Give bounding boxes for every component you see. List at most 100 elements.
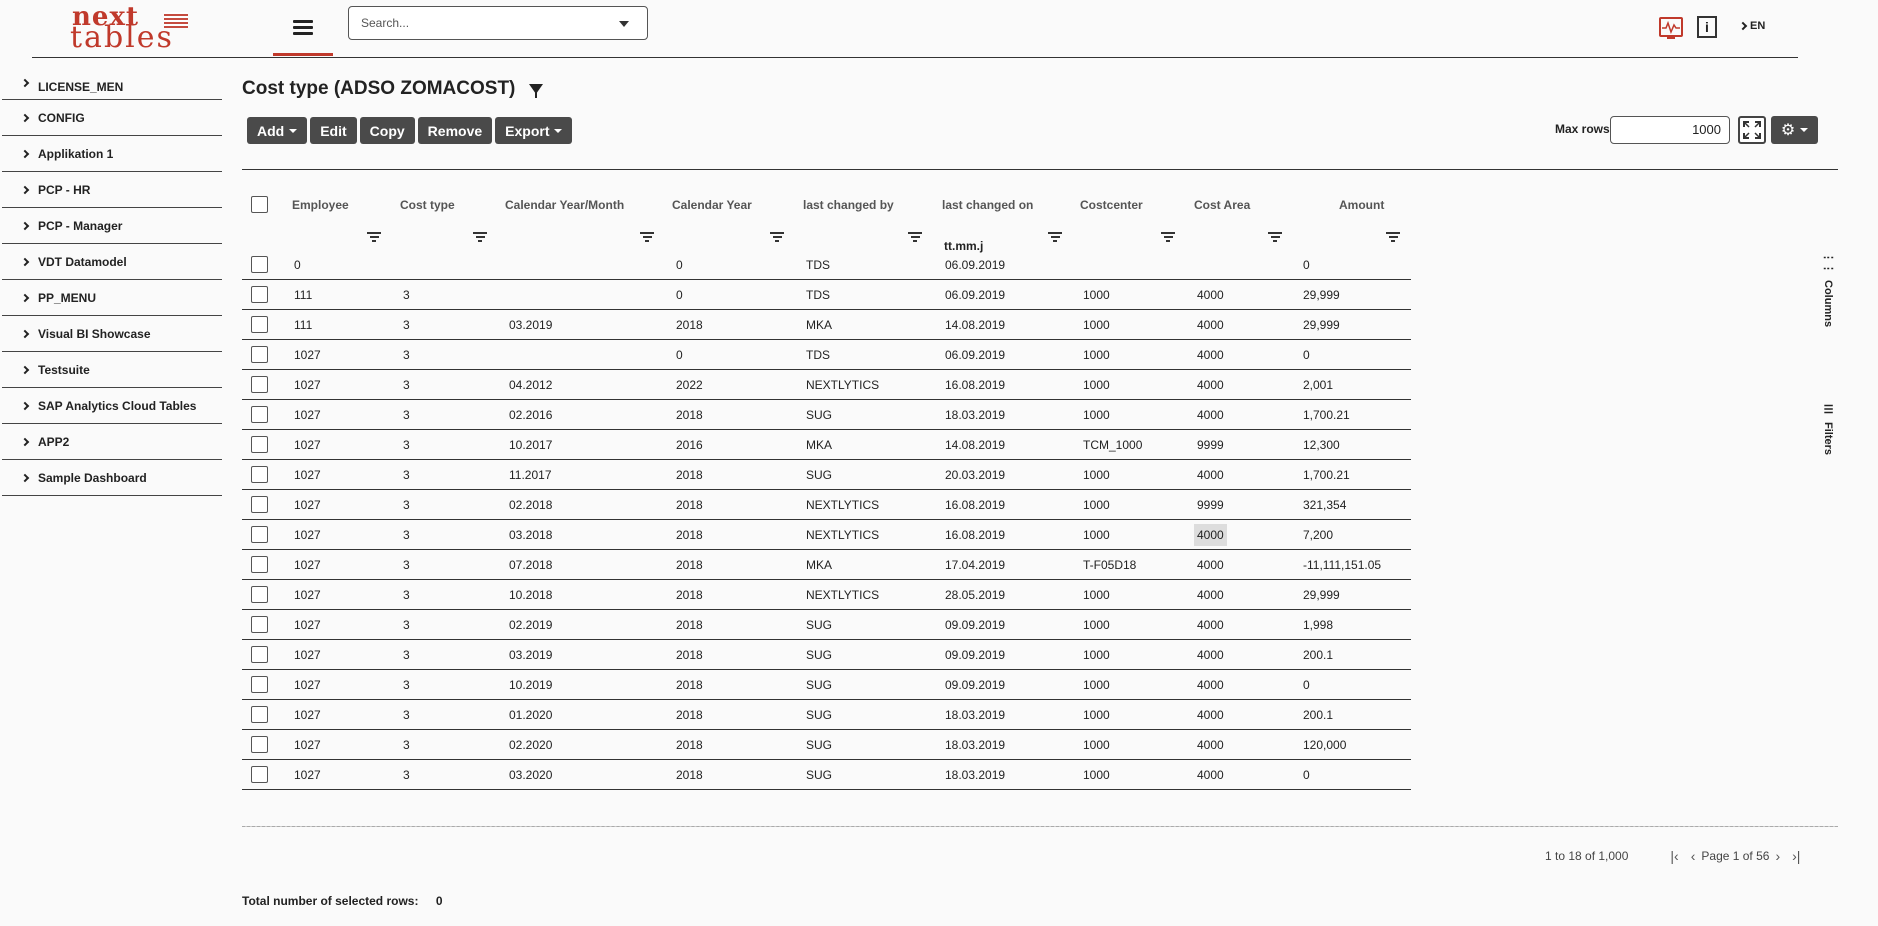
cell-cost-type[interactable]: 3 [403,468,410,482]
cell-calendar-year[interactable]: 2016 [676,438,703,452]
select-all-checkbox[interactable] [251,196,268,213]
column-header-calendar-year-month[interactable]: Calendar Year/Month [505,198,624,212]
cell-cost-type[interactable]: 3 [403,618,410,632]
cell-amount[interactable]: 321,354 [1303,498,1346,512]
cell-cost-area[interactable]: 4000 [1197,678,1224,692]
cell-last-changed-by[interactable]: MKA [806,438,832,452]
cell-amount[interactable]: 200.1 [1303,708,1333,722]
chevron-down-icon[interactable] [619,21,629,27]
row-checkbox[interactable] [251,496,268,513]
cell-calendar-year-month[interactable]: 03.2019 [509,318,552,332]
cell-last-changed-by[interactable]: TDS [806,258,830,272]
cell-cost-area[interactable]: 4000 [1197,708,1224,722]
search-box[interactable] [348,6,648,40]
table-row[interactable]: 111 3 0 TDS 06.09.2019 1000 4000 29,999 [242,280,1411,310]
next-page-icon[interactable]: › [1775,848,1780,864]
cell-cost-type[interactable]: 3 [403,558,410,572]
cell-amount[interactable]: 0 [1303,348,1310,362]
first-page-icon[interactable]: |‹ [1670,848,1678,864]
edit-button[interactable]: Edit [310,117,357,144]
cell-cost-area[interactable]: 4000 [1194,524,1227,546]
copy-button[interactable]: Copy [359,117,415,144]
row-checkbox[interactable] [251,346,268,363]
cell-calendar-year-month[interactable]: 02.2020 [509,738,552,752]
cell-last-changed-by[interactable]: NEXTLYTICS [806,528,879,542]
cell-last-changed-on[interactable]: 06.09.2019 [945,348,1005,362]
cell-employee[interactable]: 111 [294,318,312,332]
cell-calendar-year-month[interactable]: 02.2018 [509,498,552,512]
table-row[interactable]: 1027 3 02.2019 2018 SUG 09.09.2019 1000 4000 1,9… [242,610,1411,640]
cell-amount[interactable]: 1,700.21 [1303,408,1350,422]
cell-calendar-year-month[interactable]: 10.2018 [509,588,552,602]
cell-cost-type[interactable]: 3 [403,378,410,392]
cell-amount[interactable]: 29,999 [1303,288,1340,302]
sidebar-item-sample-dashboard[interactable]: Sample Dashboard [2,460,222,496]
cell-last-changed-on[interactable]: 18.03.2019 [945,708,1005,722]
cell-cost-type[interactable]: 3 [403,708,410,722]
cell-last-changed-on[interactable]: 09.09.2019 [945,618,1005,632]
cell-costcenter[interactable]: 1000 [1083,468,1110,482]
column-filter-icon[interactable] [1386,232,1400,242]
cell-cost-type[interactable]: 3 [403,318,410,332]
sidebar-item-pp-menu[interactable]: PP_MENU [2,280,222,316]
cell-amount[interactable]: 29,999 [1303,588,1340,602]
row-checkbox[interactable] [251,436,268,453]
cell-cost-area[interactable]: 4000 [1197,288,1224,302]
cell-cost-area[interactable]: 9999 [1197,498,1224,512]
cell-cost-type[interactable]: 3 [403,738,410,752]
cell-last-changed-by[interactable]: MKA [806,318,832,332]
table-row[interactable]: 1027 3 03.2018 2018 NEXTLYTICS 16.08.2019 1000… [242,520,1411,550]
cell-costcenter[interactable]: 1000 [1083,678,1110,692]
cell-employee[interactable]: 1027 [294,438,321,452]
cell-costcenter[interactable]: 1000 [1083,648,1110,662]
sidebar-item-pcp-manager[interactable]: PCP - Manager [2,208,222,244]
cell-cost-type[interactable]: 3 [403,438,410,452]
cell-employee[interactable]: 1027 [294,588,321,602]
cell-costcenter[interactable]: 1000 [1083,708,1110,722]
cell-costcenter[interactable]: 1000 [1083,588,1110,602]
cell-costcenter[interactable]: 1000 [1083,408,1110,422]
column-filter-icon[interactable] [908,232,922,242]
cell-last-changed-on[interactable]: 06.09.2019 [945,288,1005,302]
row-checkbox[interactable] [251,586,268,603]
app-logo[interactable]: next tables [70,2,190,55]
table-row[interactable]: 1027 3 10.2019 2018 SUG 09.09.2019 1000 4000 0 [242,670,1411,700]
cell-calendar-year[interactable]: 2018 [676,528,703,542]
cell-last-changed-on[interactable]: 28.05.2019 [945,588,1005,602]
cell-costcenter[interactable]: 1000 [1083,318,1110,332]
cell-amount[interactable]: 200.1 [1303,648,1333,662]
column-filter-icon[interactable] [473,232,487,242]
cell-employee[interactable]: 0 [294,258,301,272]
column-filter-icon[interactable] [1268,232,1282,242]
cell-amount[interactable]: -11,111,151.05 [1303,558,1381,572]
cell-last-changed-by[interactable]: SUG [806,648,832,662]
sidebar-item-testsuite[interactable]: Testsuite [2,352,222,388]
filters-side-tab[interactable]: ☰Filters [1822,403,1835,455]
cell-employee[interactable]: 111 [294,288,312,302]
fullscreen-button[interactable] [1738,116,1766,144]
sidebar-item-applikation-1[interactable]: Applikation 1 [2,136,222,172]
cell-last-changed-by[interactable]: NEXTLYTICS [806,378,879,392]
cell-cost-type[interactable]: 3 [403,528,410,542]
cell-employee[interactable]: 1027 [294,618,321,632]
cell-calendar-year[interactable]: 0 [676,288,683,302]
cell-costcenter[interactable]: TCM_1000 [1083,438,1142,452]
cell-last-changed-on[interactable]: 18.03.2019 [945,738,1005,752]
cell-last-changed-by[interactable]: TDS [806,348,830,362]
cell-calendar-year[interactable]: 0 [676,348,683,362]
column-header-cost-type[interactable]: Cost type [400,198,455,212]
cell-calendar-year[interactable]: 0 [676,258,683,272]
cell-calendar-year-month[interactable]: 02.2016 [509,408,552,422]
sidebar-item-visual-bi-showcase[interactable]: Visual BI Showcase [2,316,222,352]
cell-calendar-year[interactable]: 2018 [676,678,703,692]
cell-last-changed-on[interactable]: 14.08.2019 [945,438,1005,452]
cell-calendar-year[interactable]: 2018 [676,588,703,602]
column-header-employee[interactable]: Employee [292,198,349,212]
cell-amount[interactable]: 120,000 [1303,738,1346,752]
remove-button[interactable]: Remove [417,117,493,144]
row-checkbox[interactable] [251,736,268,753]
cell-last-changed-on[interactable]: 09.09.2019 [945,648,1005,662]
cell-calendar-year-month[interactable]: 10.2017 [509,438,552,452]
cell-cost-area[interactable]: 4000 [1197,378,1224,392]
row-checkbox[interactable] [251,526,268,543]
